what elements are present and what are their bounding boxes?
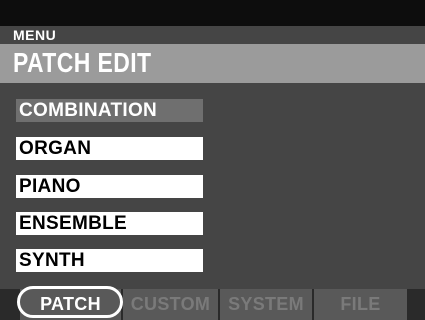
menu-item-combination[interactable]: COMBINATION: [16, 99, 203, 122]
tab-system[interactable]: SYSTEM: [220, 289, 312, 320]
breadcrumb: MENU: [13, 27, 57, 43]
lcd-screen: MENU PATCH EDIT COMBINATION ORGAN PIANO …: [0, 0, 425, 320]
tab-file[interactable]: FILE: [314, 289, 407, 320]
top-bar: [0, 0, 425, 26]
menu-item-organ[interactable]: ORGAN: [16, 137, 203, 160]
menu-item-ensemble[interactable]: ENSEMBLE: [16, 212, 203, 235]
tab-custom[interactable]: CUSTOM: [123, 289, 218, 320]
tab-patch[interactable]: PATCH: [20, 289, 121, 320]
page-title: PATCH EDIT: [13, 47, 152, 78]
menu-item-synth[interactable]: SYNTH: [16, 249, 203, 272]
menu-item-piano[interactable]: PIANO: [16, 175, 203, 198]
